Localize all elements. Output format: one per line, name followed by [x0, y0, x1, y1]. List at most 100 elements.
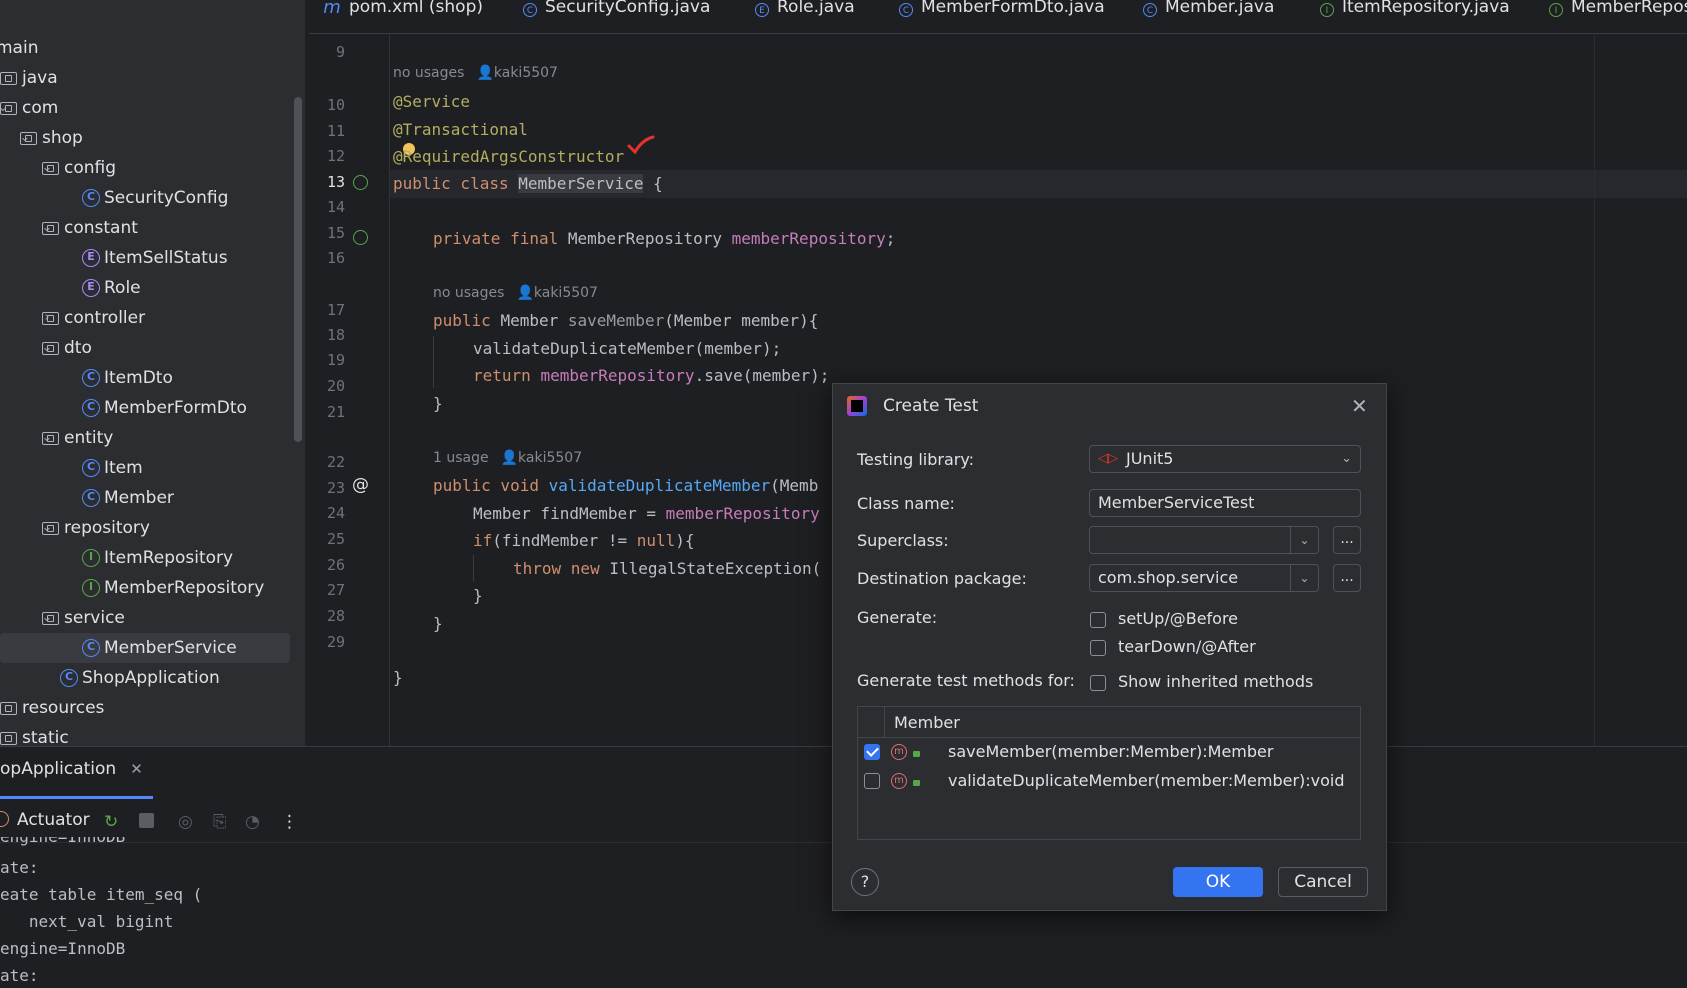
code-line-24: if(findMember != null){: [473, 531, 695, 550]
tree-item[interactable]: ⌄ service: [0, 603, 292, 633]
line-number[interactable]: 11: [309, 122, 345, 140]
line-number[interactable]: 24: [309, 504, 345, 522]
tree-item[interactable]: ⌄ config: [0, 153, 292, 183]
gutter-separator: [389, 34, 390, 746]
camera-icon[interactable]: ◎: [178, 812, 193, 832]
destination-package-browse-button[interactable]: ...: [1333, 564, 1361, 592]
tree-item[interactable]: ⌄ entity: [0, 423, 292, 453]
table-header-label[interactable]: Member: [894, 713, 960, 732]
tree-item[interactable]: E Role: [0, 273, 292, 303]
line-number[interactable]: 20: [309, 377, 345, 395]
line-number[interactable]: 21: [309, 403, 345, 421]
dashboard-icon[interactable]: ◔: [245, 812, 260, 832]
tab-member[interactable]: C Member.java: [1143, 0, 1274, 32]
line-number[interactable]: 25: [309, 530, 345, 548]
tab-member-form-dto[interactable]: C MemberFormDto.java: [899, 0, 1105, 32]
help-button[interactable]: ?: [851, 868, 879, 896]
tab-member-repository[interactable]: I MemberReposi: [1549, 0, 1687, 32]
tree-item[interactable]: C MemberService: [0, 633, 290, 663]
tree-item[interactable]: I ItemRepository: [0, 543, 292, 573]
tree-item[interactable]: C Member: [0, 483, 292, 513]
table-row[interactable]: m saveMember(member:Member):Member: [858, 738, 1360, 766]
line-number[interactable]: 14: [309, 198, 345, 216]
tree-item[interactable]: java: [0, 63, 292, 93]
tree-item[interactable]: C Item: [0, 453, 292, 483]
superclass-dropdown[interactable]: ⌄: [1291, 526, 1319, 554]
run-tab-shop-application[interactable]: opApplication ✕: [0, 759, 143, 779]
table-row[interactable]: m validateDuplicateMember(member:Member)…: [858, 767, 1360, 795]
tab-security-config[interactable]: C SecurityConfig.java: [523, 0, 710, 32]
restore-layout-icon[interactable]: ⎘: [213, 812, 227, 832]
tree-item[interactable]: C ItemDto: [0, 363, 292, 393]
teardown-checkbox[interactable]: [1090, 640, 1106, 656]
tree-item-label: resources: [22, 698, 105, 718]
actuator-tab[interactable]: Actuator: [0, 810, 90, 830]
line-number[interactable]: 19: [309, 351, 345, 369]
line-number[interactable]: 26: [309, 556, 345, 574]
tree-item[interactable]: I MemberRepository: [0, 573, 292, 603]
line-number[interactable]: 22: [309, 453, 345, 471]
spring-bean-icon[interactable]: [353, 175, 368, 190]
cancel-button[interactable]: Cancel: [1278, 867, 1368, 897]
line-number[interactable]: 13: [309, 173, 345, 191]
more-options-icon[interactable]: ⋮: [281, 812, 298, 832]
usage-hint[interactable]: no usages 👤kaki5507: [433, 285, 598, 301]
destination-package-input[interactable]: com.shop.service: [1089, 564, 1291, 592]
method-label: validateDuplicateMember(member:Member):v…: [948, 771, 1345, 790]
tree-item[interactable]: resources: [0, 693, 292, 723]
line-number[interactable]: 10: [309, 96, 345, 114]
tree-item[interactable]: ⌄ constant: [0, 213, 292, 243]
tree-item[interactable]: static: [0, 723, 292, 746]
autowired-icon[interactable]: [353, 230, 368, 245]
tree-item[interactable]: E ItemSellStatus: [0, 243, 292, 273]
superclass-browse-button[interactable]: ...: [1333, 526, 1361, 554]
class-name-label: Class name:: [857, 494, 955, 513]
tree-item[interactable]: › controller: [0, 303, 292, 333]
dialog-title: Create Test: [883, 396, 979, 416]
line-number[interactable]: 28: [309, 607, 345, 625]
superclass-input[interactable]: [1089, 526, 1291, 554]
usage-hint[interactable]: no usages 👤kaki5507: [393, 65, 558, 81]
tree-item-label: dto: [64, 338, 92, 358]
tree-item[interactable]: main: [0, 33, 292, 63]
close-icon[interactable]: ✕: [130, 760, 143, 778]
line-number[interactable]: 27: [309, 581, 345, 599]
line-number[interactable]: 18: [309, 326, 345, 344]
stop-icon[interactable]: [139, 813, 154, 828]
line-number[interactable]: 12: [309, 147, 345, 165]
ok-button[interactable]: OK: [1173, 867, 1263, 897]
setup-checkbox[interactable]: [1090, 612, 1106, 628]
usage-hint[interactable]: 1 usage 👤kaki5507: [433, 450, 582, 466]
red-checkmark-annotation: [627, 135, 655, 155]
tree-item[interactable]: ⌄ repository: [0, 513, 292, 543]
close-icon[interactable]: ✕: [1351, 394, 1368, 418]
method-checkbox[interactable]: [864, 773, 880, 789]
tree-scrollbar[interactable]: [294, 97, 302, 442]
tab-role[interactable]: E Role.java: [755, 0, 855, 32]
tab-pom-xml[interactable]: m pom.xml (shop): [323, 0, 483, 32]
testing-library-select[interactable]: JUnit5 ◁▷ ⌄: [1089, 445, 1361, 473]
rerun-icon[interactable]: ↻: [104, 812, 118, 832]
line-number[interactable]: 17: [309, 301, 345, 319]
line-number[interactable]: 29: [309, 633, 345, 651]
tree-item[interactable]: C SecurityConfig: [0, 183, 292, 213]
implementation-icon[interactable]: @: [352, 475, 369, 495]
tree-item[interactable]: C MemberFormDto: [0, 393, 292, 423]
tree-item[interactable]: ⌄ shop: [0, 123, 292, 153]
line-number[interactable]: 9: [309, 43, 345, 61]
class-name-input[interactable]: MemberServiceTest: [1089, 489, 1361, 517]
line-number[interactable]: 15: [309, 224, 345, 242]
line-number[interactable]: 23: [309, 479, 345, 497]
destination-package-dropdown[interactable]: ⌄: [1291, 564, 1319, 592]
tree-item[interactable]: C ShopApplication: [0, 663, 292, 693]
enum-icon: E: [82, 249, 100, 267]
line-number[interactable]: 16: [309, 249, 345, 267]
tab-item-repository[interactable]: I ItemRepository.java: [1320, 0, 1510, 32]
tree-item[interactable]: ⌄ com: [0, 93, 292, 123]
tree-item-label: SecurityConfig: [104, 188, 229, 208]
column-divider: [884, 707, 885, 737]
class-icon: C: [523, 3, 537, 17]
method-checkbox[interactable]: [864, 744, 880, 760]
tree-item[interactable]: ⌄ dto: [0, 333, 292, 363]
show-inherited-checkbox[interactable]: [1090, 675, 1106, 691]
